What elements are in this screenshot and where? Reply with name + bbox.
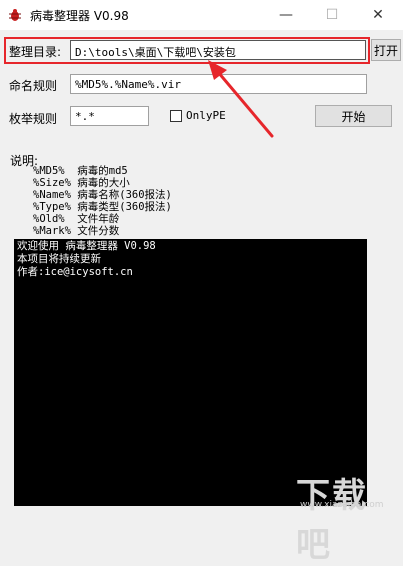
highlight-box xyxy=(4,37,370,64)
help-line: %Name% 病毒名称(360报法) xyxy=(33,189,172,201)
maximize-button[interactable]: ☐ xyxy=(309,0,355,30)
maximize-icon: ☐ xyxy=(325,7,339,23)
help-line: %Size% 病毒的大小 xyxy=(33,177,130,189)
help-line: %Mark% 文件分数 xyxy=(33,225,120,237)
console-line: 作者:ice@icysoft.cn xyxy=(17,266,133,278)
close-icon: ✕ xyxy=(372,7,384,23)
open-button[interactable]: 打开 xyxy=(371,39,401,61)
window-title: 病毒整理器 V0.98 xyxy=(30,9,129,23)
title-bar: 病毒整理器 V0.98 — ☐ ✕ xyxy=(0,0,403,30)
close-button[interactable]: ✕ xyxy=(355,0,401,30)
watermark-url: www.xiazaiba.com xyxy=(300,500,384,510)
bug-icon xyxy=(9,9,21,21)
naming-label: 命名规则 xyxy=(9,79,58,93)
naming-input[interactable]: %MD5%.%Name%.vir xyxy=(70,74,367,94)
console-line: 本项目将持续更新 xyxy=(17,253,101,265)
console-line: 欢迎使用 病毒整理器 V0.98 xyxy=(17,240,156,252)
console-output[interactable]: 欢迎使用 病毒整理器 V0.98 本项目将持续更新 作者:ice@icysoft… xyxy=(14,239,367,506)
help-line: %Old% 文件年龄 xyxy=(33,213,120,225)
help-line: %Type% 病毒类型(360报法) xyxy=(33,201,172,213)
start-button[interactable]: 开始 xyxy=(315,105,392,127)
enum-input[interactable]: *.* xyxy=(70,106,149,126)
onlype-label: OnlyPE xyxy=(186,109,226,122)
minimize-icon: — xyxy=(279,7,293,23)
watermark-logo: 下载吧 xyxy=(296,476,368,565)
minimize-button[interactable]: — xyxy=(263,0,309,30)
onlype-checkbox[interactable] xyxy=(170,110,182,122)
enum-label: 枚举规则 xyxy=(9,112,58,126)
help-line: %MD5% 病毒的md5 xyxy=(33,165,128,177)
